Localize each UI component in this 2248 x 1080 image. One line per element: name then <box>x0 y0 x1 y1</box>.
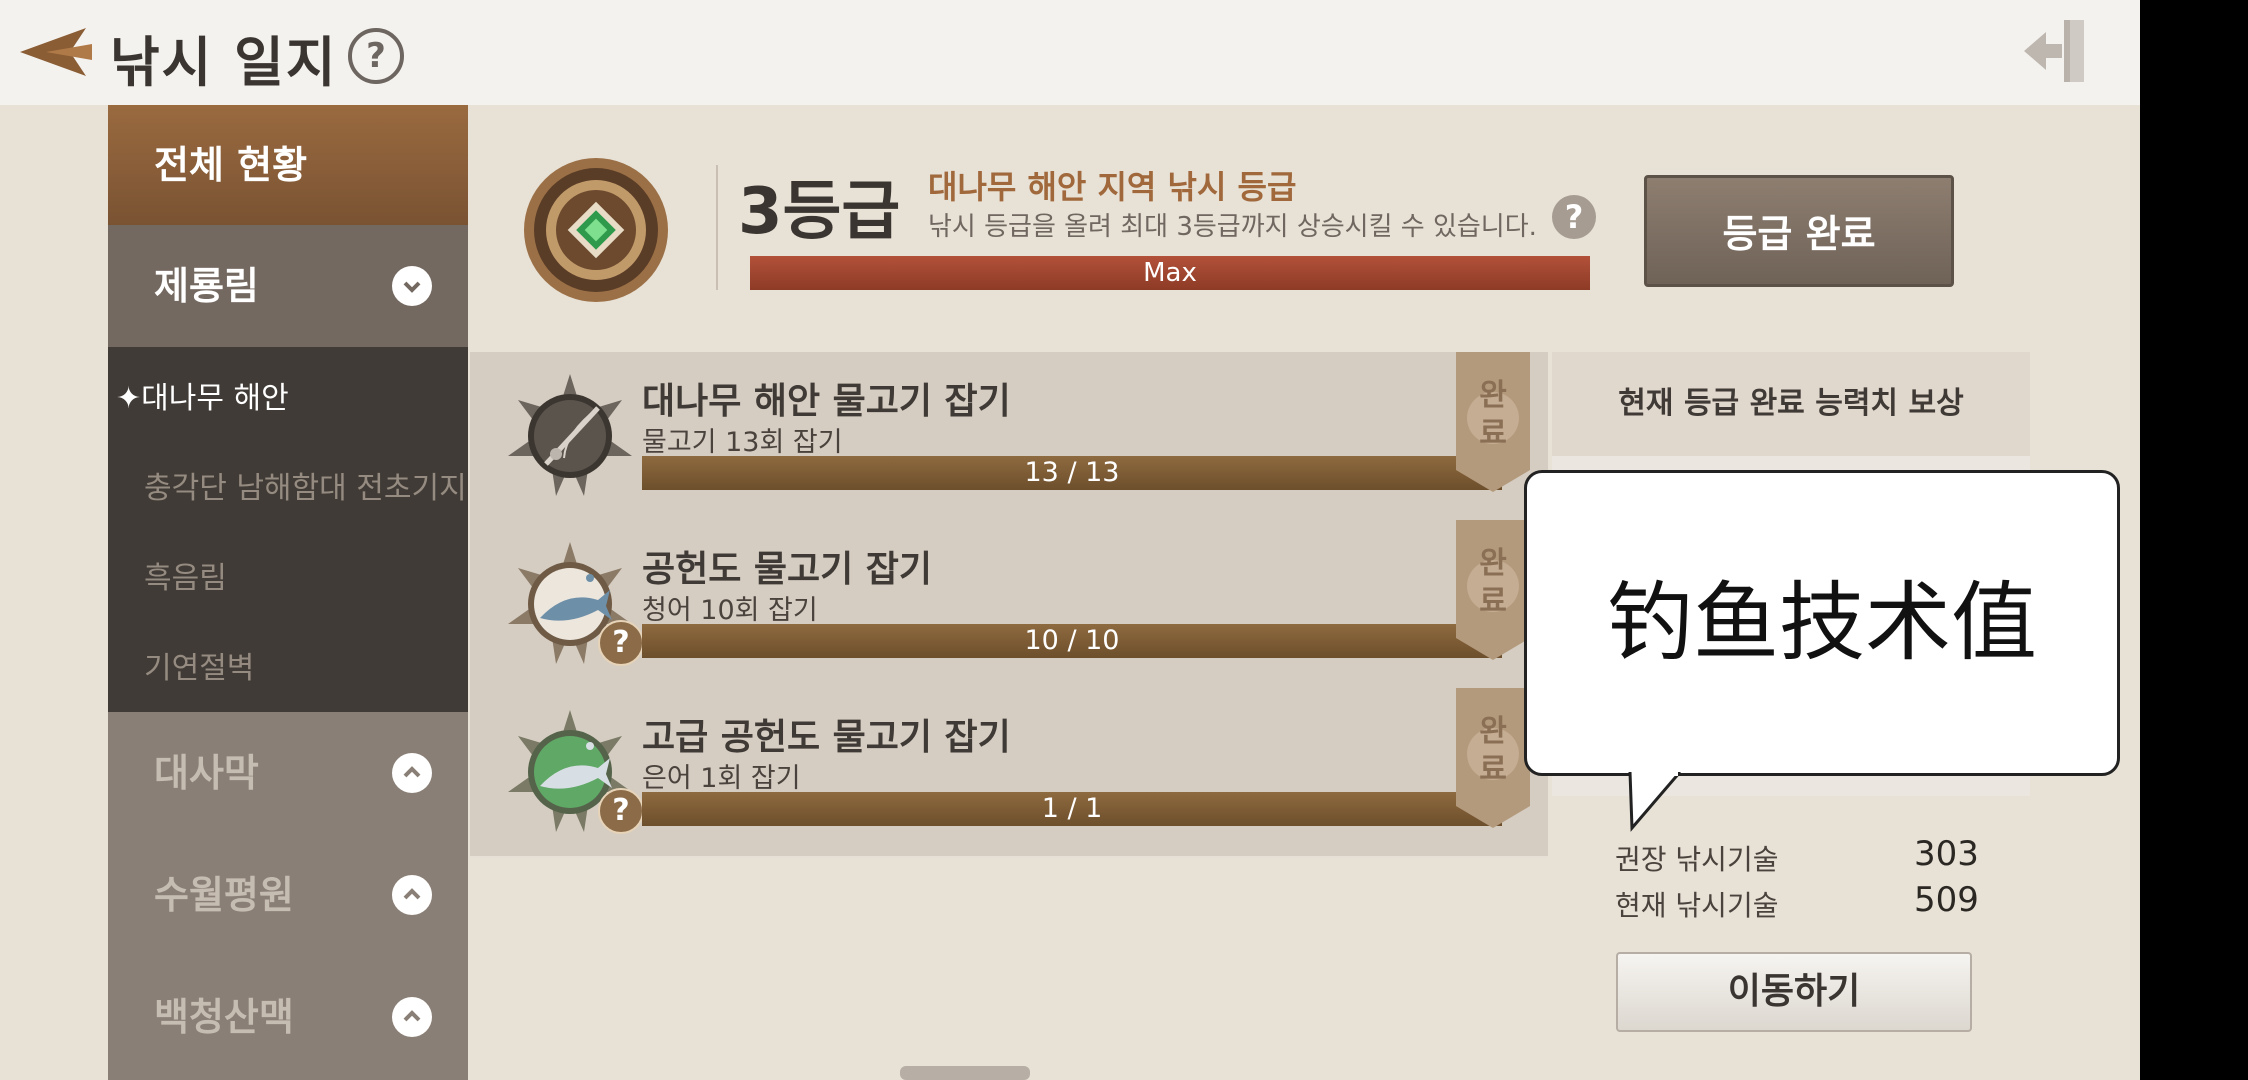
help-icon[interactable]: ? <box>1552 195 1596 239</box>
info-badge-icon[interactable]: ? <box>598 620 644 666</box>
active-marker-icon: ✦ <box>116 381 142 416</box>
exit-icon[interactable] <box>2020 18 2092 84</box>
quest-title: 공헌도 물고기 잡기 <box>642 549 933 590</box>
sidebar: 전체 현황 제룡림 ✦대나무 해안 충각단 남해함대 전초기지 흑음림 기연절벽… <box>108 105 468 1080</box>
recommended-skill-value: 303 <box>1914 834 1979 874</box>
quest-complete-ribbon: 완 료 <box>1456 520 1530 660</box>
grade-medal-icon <box>524 158 668 302</box>
sidebar-group-desert[interactable]: 대사막 <box>108 712 468 834</box>
quest-progress-bar: 13 / 13 <box>642 456 1502 490</box>
divider <box>716 165 718 290</box>
quest-row: 대나무 해안 물고기 잡기 물고기 13회 잡기 13 / 13 완 료 <box>470 352 1548 522</box>
sidebar-group-label: 대사막 <box>154 751 259 795</box>
chevron-up-icon[interactable] <box>392 997 432 1037</box>
recommended-skill-label: 권장 낚시기술 <box>1615 843 1779 876</box>
quest-status-char: 료 <box>1479 584 1507 619</box>
move-button[interactable]: 이동하기 <box>1616 952 1972 1032</box>
fishing-rod-icon <box>508 374 632 496</box>
sidebar-group-label: 제룡림 <box>154 264 259 308</box>
sidebar-item-overall[interactable]: 전체 현황 <box>108 105 468 225</box>
chevron-down-icon[interactable] <box>392 266 432 306</box>
quest-subtitle: 물고기 13회 잡기 <box>642 427 843 458</box>
sidebar-group-label: 백청산맥 <box>154 995 294 1039</box>
info-badge-icon[interactable]: ? <box>598 788 644 834</box>
grade-progress-label: Max <box>1143 258 1197 288</box>
sidebar-subitem-cliff[interactable]: 기연절벽 <box>144 643 254 687</box>
region-grade-title: 대나무 해안 지역 낚시 등급 <box>928 168 1297 206</box>
chevron-up-icon[interactable] <box>392 875 432 915</box>
sidebar-group-baekcheong[interactable]: 백청산맥 <box>108 956 468 1078</box>
screen-edge <box>2140 0 2248 1080</box>
sidebar-subitem-label: 대나무 해안 <box>141 381 289 416</box>
quest-title: 대나무 해안 물고기 잡기 <box>642 381 1011 422</box>
page-title: 낚시 일지 <box>110 31 338 94</box>
sidebar-item-label: 전체 현황 <box>154 143 308 187</box>
grade-level: 3등급 <box>738 175 901 249</box>
sidebar-subitem-heukeumrim[interactable]: 흑음림 <box>144 553 227 597</box>
current-skill-value: 509 <box>1914 880 1979 920</box>
quest-subtitle: 청어 10회 잡기 <box>642 595 818 626</box>
sidebar-subitem-outpost[interactable]: 충각단 남해함대 전초기지 <box>144 463 467 507</box>
current-skill-label: 현재 낚시기술 <box>1615 889 1779 922</box>
sidebar-group-jeryong[interactable]: 제룡림 <box>108 225 468 347</box>
speech-bubble-text: 钓鱼技术值 <box>1607 573 2037 673</box>
quest-status-char: 료 <box>1479 752 1507 787</box>
reward-panel-heading: 현재 등급 완료 능력치 보상 <box>1552 352 2030 456</box>
quest-progress-bar: 10 / 10 <box>642 624 1502 658</box>
quest-progress-label: 13 / 13 <box>1024 457 1120 488</box>
quest-progress-label: 10 / 10 <box>1024 625 1120 656</box>
chevron-up-icon[interactable] <box>392 753 432 793</box>
grade-complete-button[interactable]: 등급 완료 <box>1644 175 1954 287</box>
quest-row: ? 고급 공헌도 물고기 잡기 은어 1회 잡기 1 / 1 완 료 <box>470 688 1548 858</box>
quest-status-char: 료 <box>1479 416 1507 451</box>
quest-complete-ribbon: 완 료 <box>1456 688 1530 828</box>
bottom-handle <box>900 1066 1030 1080</box>
sidebar-group-suwol[interactable]: 수월평원 <box>108 834 468 956</box>
quest-complete-ribbon: 완 료 <box>1456 352 1530 492</box>
quest-subtitle: 은어 1회 잡기 <box>642 763 801 794</box>
quest-progress-label: 1 / 1 <box>1041 793 1103 824</box>
grade-progress-bar: Max <box>750 256 1590 290</box>
help-icon[interactable]: ? <box>348 28 404 84</box>
region-grade-description: 낚시 등급을 올려 최대 3등급까지 상승시킬 수 있습니다. <box>928 212 1537 242</box>
sidebar-subitem-bamboo-coast[interactable]: ✦대나무 해안 <box>116 373 289 417</box>
speech-bubble-tail <box>1628 772 1682 832</box>
quest-title: 고급 공헌도 물고기 잡기 <box>642 717 1011 758</box>
back-arrow-icon[interactable] <box>16 22 96 82</box>
sidebar-sublist: ✦대나무 해안 충각단 남해함대 전초기지 흑음림 기연절벽 <box>108 347 468 712</box>
quest-progress-bar: 1 / 1 <box>642 792 1502 826</box>
sidebar-group-label: 수월평원 <box>154 873 294 917</box>
quest-row: ? 공헌도 물고기 잡기 청어 10회 잡기 10 / 10 완 료 <box>470 520 1548 690</box>
